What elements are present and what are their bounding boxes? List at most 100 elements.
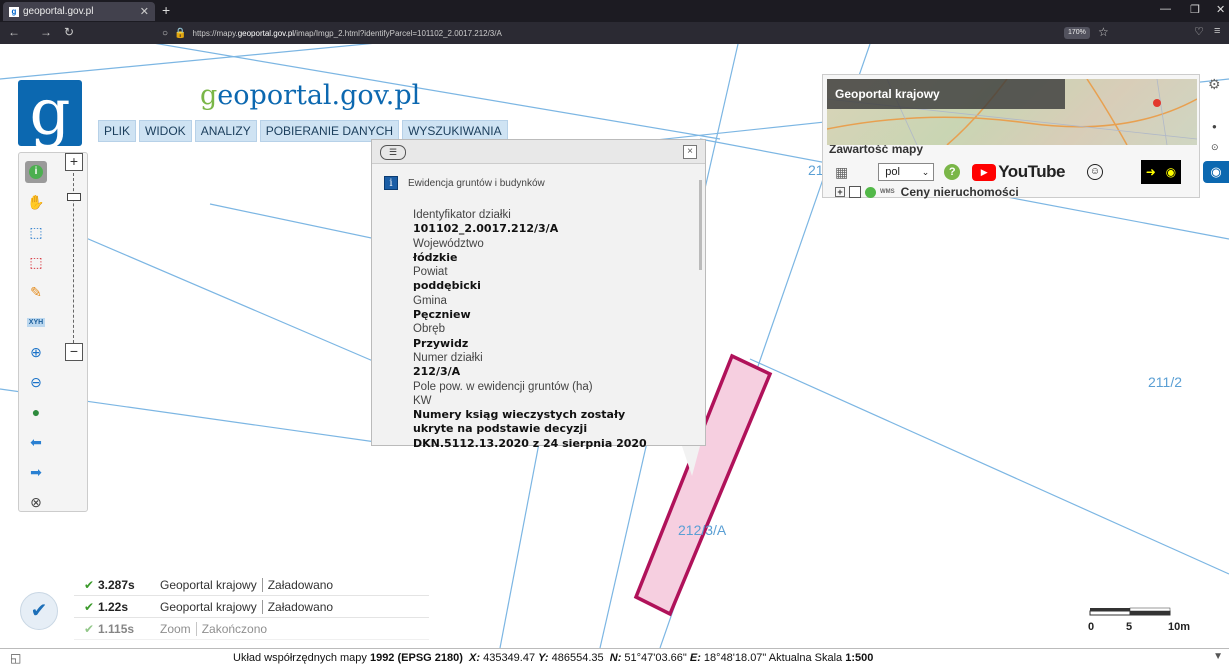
- y-value: 486554.35: [548, 652, 607, 664]
- layer-checkbox[interactable]: [849, 186, 861, 198]
- select-box-icon[interactable]: ⬚: [25, 221, 47, 243]
- high-contrast-toggle[interactable]: ➜ ◉: [1140, 160, 1181, 184]
- back-arrow-icon[interactable]: ⬅: [25, 431, 47, 453]
- field-value: Pęczniew: [413, 308, 471, 322]
- url-bar[interactable]: ○ 🔒 https://mapy. geoportal.gov.pl/imap/I…: [152, 24, 1142, 42]
- status-time: 1.115s: [98, 621, 135, 636]
- side-tools: ⚙ ● ⊙: [1200, 74, 1229, 214]
- menu-plik[interactable]: PLIK: [98, 120, 137, 142]
- status-state: Załadowano: [267, 599, 334, 614]
- status-check-icon[interactable]: ✔: [20, 592, 58, 630]
- crs-prefix: Układ współrzędnych mapy: [233, 652, 370, 664]
- chevron-down-icon[interactable]: ▼: [1213, 651, 1223, 662]
- youtube-label: YouTube: [998, 162, 1065, 181]
- zoom-minus-button[interactable]: −: [65, 343, 83, 361]
- menu-widok[interactable]: WIDOK: [139, 120, 192, 142]
- status-state: Zakończono: [201, 621, 268, 636]
- lock-icon: 🔒: [174, 27, 187, 39]
- layer-status-icon: [865, 186, 876, 198]
- coordinate-status-bar: ◱ Układ współrzędnych mapy 1992 (EPSG 21…: [0, 648, 1229, 668]
- popup-list-toggle-icon[interactable]: ☰: [380, 145, 406, 160]
- chevron-down-icon: ⌄: [921, 167, 930, 177]
- n-label: N:: [609, 652, 622, 664]
- zoom-in-icon[interactable]: ⊕: [25, 341, 47, 363]
- layer-name: Ceny nieruchomości: [900, 185, 1019, 199]
- overview-minimap[interactable]: Geoportal krajowy: [827, 79, 1197, 145]
- field-label: Województwo: [413, 237, 484, 250]
- language-select[interactable]: pol ⌄: [878, 163, 935, 181]
- panel-toolbar: ▦ pol ⌄ ? ▶ YouTube ☺ ➜ ◉: [827, 159, 1197, 185]
- forward-icon[interactable]: →: [40, 25, 52, 39]
- eye-icon: ◉: [1210, 164, 1222, 179]
- menu-icon[interactable]: ≡: [1214, 25, 1220, 37]
- close-icon[interactable]: ×: [683, 145, 697, 159]
- zoom-level-badge[interactable]: 170%: [1064, 27, 1090, 39]
- new-tab-icon[interactable]: +: [162, 2, 170, 18]
- bookmark-star-icon[interactable]: ☆: [1098, 25, 1109, 39]
- status-source: Zoom: [160, 621, 197, 636]
- site-title-rest: eoportal.gov.pl: [217, 80, 421, 111]
- zoom-slider-thumb[interactable]: [67, 193, 81, 201]
- pocket-icon[interactable]: ♡: [1194, 25, 1204, 38]
- expand-icon[interactable]: +: [835, 187, 845, 197]
- zoom-plus-button[interactable]: +: [65, 153, 83, 171]
- reload-icon[interactable]: ↻: [64, 25, 74, 39]
- popup-pointer: [682, 446, 700, 476]
- e-value: 18°48'18.07": [700, 652, 769, 664]
- close-window-icon[interactable]: ✕: [1216, 3, 1225, 16]
- minimap-title: Geoportal krajowy: [827, 79, 1065, 109]
- select-remove-icon[interactable]: ⬚: [25, 251, 47, 273]
- x-value: 435349.47: [480, 652, 539, 664]
- field-label: Obręb: [413, 323, 445, 336]
- shield-icon: ○: [162, 27, 169, 39]
- minimize-icon[interactable]: —: [1160, 3, 1171, 15]
- back-icon[interactable]: ←: [8, 25, 20, 39]
- pencil-icon[interactable]: ✎: [25, 281, 47, 303]
- field-value: 212/3/A: [413, 365, 461, 379]
- field-label: Powiat: [413, 266, 448, 279]
- status-state: Załadowano: [267, 577, 334, 592]
- url-prefix: https://mapy.: [192, 28, 238, 38]
- crs-value: 1992 (EPSG 2180): [369, 652, 463, 664]
- layer-type-tag: WMS: [880, 189, 895, 195]
- globe-icon[interactable]: ●: [25, 401, 47, 423]
- layers-icon[interactable]: ▦: [835, 164, 848, 181]
- accessibility-icon[interactable]: ☺: [1086, 164, 1103, 180]
- y-label: Y:: [538, 652, 549, 664]
- xyh-coordinates-icon[interactable]: XYH: [25, 311, 47, 333]
- status-row: ✔ 3.287s Geoportal krajowy Załadowano: [74, 574, 429, 596]
- info-icon: i: [384, 176, 398, 190]
- reset-view-icon[interactable]: ⊗: [25, 491, 47, 513]
- help-icon[interactable]: ?: [944, 164, 961, 180]
- maximize-icon[interactable]: ❐: [1190, 3, 1200, 16]
- e-label: E:: [689, 652, 701, 664]
- geoportal-favicon-icon: g: [9, 6, 19, 17]
- eye-panel-toggle[interactable]: ◉: [1203, 161, 1229, 183]
- field-value: Numery ksiąg wieczystych zostały ukryte …: [413, 408, 647, 450]
- youtube-link[interactable]: ▶ YouTube: [972, 162, 1065, 182]
- resize-corner-icon[interactable]: ◱: [10, 651, 21, 665]
- parcel-label: 211/2: [1148, 374, 1182, 390]
- info-tool-icon[interactable]: i: [25, 161, 47, 183]
- map-canvas[interactable]: 211/1 211/2 212/3/A g geoportal.gov.pl P…: [0, 44, 1229, 648]
- n-value: 51°47'03.66": [621, 652, 690, 664]
- forward-arrow-icon[interactable]: ➡: [25, 461, 47, 483]
- scale-tick: 0: [1088, 621, 1095, 633]
- eye-icon: ◉: [1165, 165, 1177, 179]
- field-value: poddębicki: [413, 279, 481, 293]
- browser-tab[interactable]: g geoportal.gov.pl ✕: [3, 2, 155, 21]
- field-value: 101102_2.0017.212/3/A: [413, 222, 559, 236]
- pan-hand-icon[interactable]: ✋: [25, 191, 47, 213]
- coordinates-readout: Układ współrzędnych mapy 1992 (EPSG 2180…: [233, 652, 873, 664]
- scale-bar-graphic: [1089, 607, 1171, 616]
- geoportal-logo[interactable]: g: [18, 80, 82, 146]
- menu-analizy[interactable]: ANALIZY: [194, 120, 257, 142]
- zoom-out-icon[interactable]: ⊖: [25, 371, 47, 393]
- circle-icon[interactable]: ⊙: [1211, 142, 1219, 153]
- dot-small-icon[interactable]: ●: [1212, 122, 1217, 131]
- language-value: pol: [885, 166, 900, 178]
- popup-scrollbar[interactable]: [699, 180, 702, 270]
- close-tab-icon[interactable]: ✕: [140, 5, 149, 18]
- parcel-label: 212/3/A: [678, 522, 727, 538]
- gear-icon[interactable]: ⚙: [1208, 76, 1221, 93]
